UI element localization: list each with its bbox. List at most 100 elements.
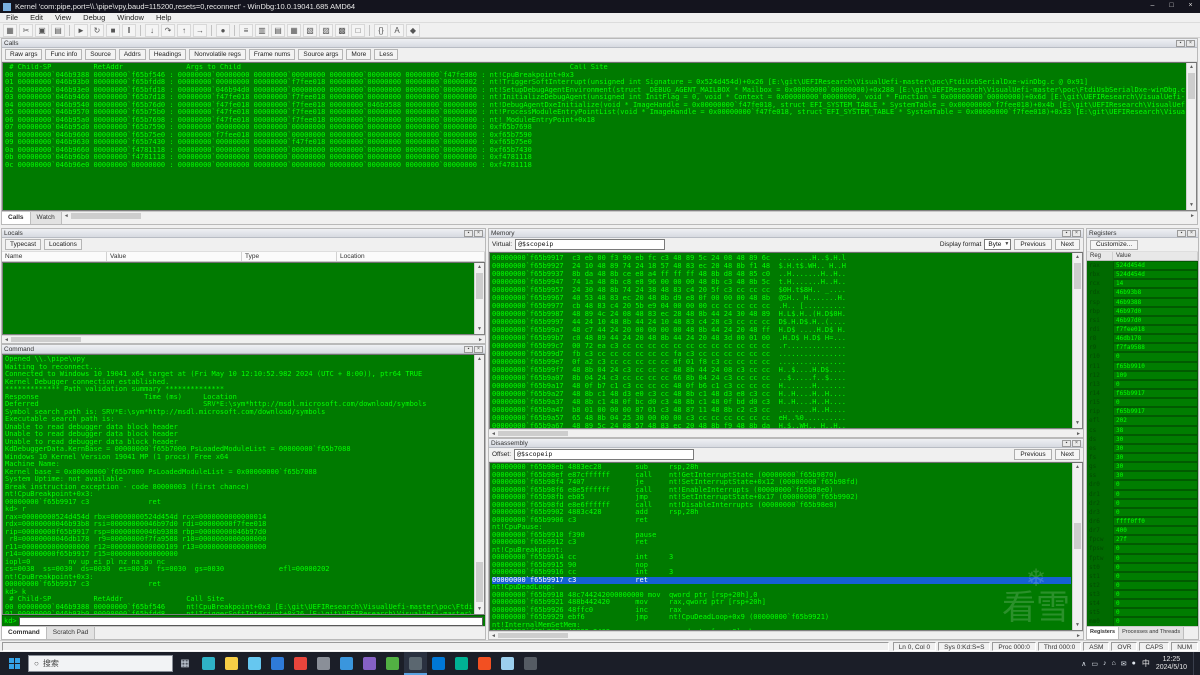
register-value[interactable]: 0 bbox=[1113, 499, 1198, 508]
scroll-up-icon[interactable]: ▲ bbox=[1073, 463, 1082, 472]
memory-row[interactable]: 00000000`f65b9947 74 1a 48 8b c8 e8 96 0… bbox=[492, 278, 1071, 286]
register-value[interactable]: 46b93b8 bbox=[1113, 288, 1198, 297]
memory-view[interactable]: 00000000`f65b9917 c3 eb 00 f3 90 eb fc c… bbox=[489, 252, 1083, 429]
register-row[interactable]: r12 109 bbox=[1087, 371, 1198, 380]
tray-usb-icon[interactable]: ⌂ bbox=[1112, 660, 1116, 668]
calls-vertical-scrollbar[interactable]: ▲ ▼ bbox=[1186, 63, 1196, 210]
close-button[interactable]: × bbox=[1181, 0, 1200, 13]
scroll-up-icon[interactable]: ▲ bbox=[475, 263, 484, 272]
registers-col-value[interactable]: Value bbox=[1113, 252, 1198, 260]
taskbar-edge-icon[interactable] bbox=[197, 652, 220, 675]
register-row[interactable]: r15 0 bbox=[1087, 398, 1198, 407]
register-value[interactable]: 0 bbox=[1113, 608, 1198, 617]
taskbar-vscode-icon[interactable] bbox=[335, 652, 358, 675]
menu-debug[interactable]: Debug bbox=[77, 13, 111, 22]
register-value[interactable]: 0 bbox=[1113, 590, 1198, 599]
register-value[interactable]: 0 bbox=[1113, 480, 1198, 489]
locals-col-type[interactable]: Type bbox=[242, 252, 337, 261]
tray-network-icon[interactable]: ▭ bbox=[1091, 660, 1098, 668]
tab-processes-threads[interactable]: Processes and Threads bbox=[1119, 627, 1184, 639]
register-row[interactable]: fs 30 bbox=[1087, 453, 1198, 462]
stop-debugging-icon[interactable]: ■ bbox=[106, 24, 120, 37]
memory-row[interactable]: 00000000`f65b9957 24 30 48 8b 74 24 38 4… bbox=[492, 286, 1071, 294]
memory-row[interactable]: 00000000`f65b9927 24 10 48 89 74 24 18 5… bbox=[492, 262, 1071, 270]
register-value[interactable]: f65b9917 bbox=[1113, 389, 1198, 398]
taskbar-settings-icon[interactable] bbox=[312, 652, 335, 675]
register-value[interactable]: 400 bbox=[1113, 526, 1198, 535]
register-row[interactable]: efl 202 bbox=[1087, 416, 1198, 425]
memory-vertical-scrollbar[interactable]: ▲ ▼ bbox=[1072, 253, 1082, 428]
disassembly-window-icon[interactable]: ▩ bbox=[335, 24, 349, 37]
register-row[interactable]: mm0 0 bbox=[1087, 617, 1198, 626]
memory-row[interactable]: 00000000`f65b9a37 48 8b c1 48 0f bc d0 c… bbox=[492, 398, 1071, 406]
register-value[interactable]: 46b9388 bbox=[1113, 298, 1198, 307]
scroll-up-icon[interactable]: ▲ bbox=[1187, 63, 1196, 72]
func-info-button[interactable]: Func info bbox=[45, 49, 82, 60]
register-row[interactable]: r13 0 bbox=[1087, 380, 1198, 389]
separator[interactable] bbox=[140, 25, 141, 36]
separator[interactable] bbox=[69, 25, 70, 36]
step-into-icon[interactable]: ↓ bbox=[145, 24, 159, 37]
memory-row[interactable]: 00000000`f65b9997 44 24 10 48 8b 44 24 1… bbox=[492, 318, 1071, 326]
register-row[interactable]: st3 0 bbox=[1087, 590, 1198, 599]
register-row[interactable]: st1 0 bbox=[1087, 572, 1198, 581]
disassembly-row[interactable]: 00000000`f65b9917 c3 ret bbox=[492, 577, 1071, 585]
register-value[interactable]: 524d454d bbox=[1113, 270, 1198, 279]
register-value[interactable]: 0 bbox=[1113, 581, 1198, 590]
register-row[interactable]: dr2 0 bbox=[1087, 499, 1198, 508]
memory-dock-icon[interactable]: ▪ bbox=[1062, 230, 1071, 237]
menu-file[interactable]: File bbox=[0, 13, 24, 22]
tab-command[interactable]: Command bbox=[2, 627, 47, 639]
more-button[interactable]: More bbox=[346, 49, 371, 60]
break-icon[interactable]: ‖ bbox=[122, 24, 136, 37]
memory-row[interactable]: 00000000`f65b9a07 8b 04 24 c3 cc cc cc c… bbox=[492, 374, 1071, 382]
menu-view[interactable]: View bbox=[49, 13, 77, 22]
disassembly-vertical-scrollbar[interactable]: ▲ ▼ bbox=[1072, 463, 1082, 630]
scratchpad-window-icon[interactable]: □ bbox=[351, 24, 365, 37]
register-value[interactable]: 46db178 bbox=[1113, 334, 1198, 343]
open-source-file-icon[interactable]: ▦ bbox=[3, 24, 17, 37]
register-value[interactable]: 30 bbox=[1113, 462, 1198, 471]
register-value[interactable]: 46b97d0 bbox=[1113, 316, 1198, 325]
command-dock-icon[interactable]: ▪ bbox=[464, 346, 473, 353]
memory-format-select[interactable]: Byte ▼ bbox=[984, 239, 1011, 250]
register-row[interactable]: r11 f65b9910 bbox=[1087, 362, 1198, 371]
register-row[interactable]: st5 0 bbox=[1087, 608, 1198, 617]
taskbar-notes-icon[interactable] bbox=[496, 652, 519, 675]
register-value[interactable]: 0 bbox=[1113, 508, 1198, 517]
menu-help[interactable]: Help bbox=[150, 13, 177, 22]
separator[interactable] bbox=[234, 25, 235, 36]
source-button[interactable]: Source bbox=[85, 49, 116, 60]
taskbar-explorer-icon[interactable] bbox=[220, 652, 243, 675]
calls-horizontal-scrollbar[interactable]: ◄ ► bbox=[62, 212, 1197, 220]
memory-close-icon[interactable]: × bbox=[1072, 230, 1081, 237]
memory-row[interactable]: 00000000`f65b9a57 65 48 8b 04 25 30 00 0… bbox=[492, 414, 1071, 422]
taskbar-store-icon[interactable] bbox=[243, 652, 266, 675]
memory-row[interactable]: 00000000`f65b9a47 b8 01 00 00 00 87 01 c… bbox=[492, 406, 1071, 414]
locations-button[interactable]: Locations bbox=[44, 239, 82, 250]
register-value[interactable]: 524d454d bbox=[1113, 261, 1198, 270]
step-out-icon[interactable]: ↑ bbox=[177, 24, 191, 37]
addrs-button[interactable]: Addrs bbox=[119, 49, 146, 60]
registers-window-icon[interactable]: ▦ bbox=[287, 24, 301, 37]
register-value[interactable]: f7fee018 bbox=[1113, 325, 1198, 334]
scroll-left-icon[interactable]: ◄ bbox=[62, 212, 71, 220]
scroll-down-icon[interactable]: ▼ bbox=[1187, 201, 1196, 210]
run-to-cursor-icon[interactable]: → bbox=[193, 24, 207, 37]
register-row[interactable]: rbp 46b97d0 bbox=[1087, 307, 1198, 316]
step-over-icon[interactable]: ↷ bbox=[161, 24, 175, 37]
taskbar-search[interactable]: ○ 搜索 bbox=[28, 655, 173, 672]
copy-icon[interactable]: ▣ bbox=[35, 24, 49, 37]
register-value[interactable]: 0 bbox=[1113, 599, 1198, 608]
callstack-window-icon[interactable]: ▨ bbox=[319, 24, 333, 37]
memory-window-icon[interactable]: ▧ bbox=[303, 24, 317, 37]
register-row[interactable]: ss 30 bbox=[1087, 471, 1198, 480]
headings-button[interactable]: Headings bbox=[149, 49, 186, 60]
tray-chevron-icon[interactable]: ∧ bbox=[1081, 660, 1086, 668]
register-row[interactable]: rdx 46b93b8 bbox=[1087, 288, 1198, 297]
memory-row[interactable]: 00000000`f65b9967 40 53 48 83 ec 20 48 8… bbox=[492, 294, 1071, 302]
taskbar-teams-icon[interactable] bbox=[450, 652, 473, 675]
register-row[interactable]: rip f65b9917 bbox=[1087, 407, 1198, 416]
memory-row[interactable]: 00000000`f65b99e7 0f a2 c3 cc cc cc cc c… bbox=[492, 358, 1071, 366]
memory-row[interactable]: 00000000`f65b99d7 fb c3 cc cc cc cc cc c… bbox=[492, 350, 1071, 358]
